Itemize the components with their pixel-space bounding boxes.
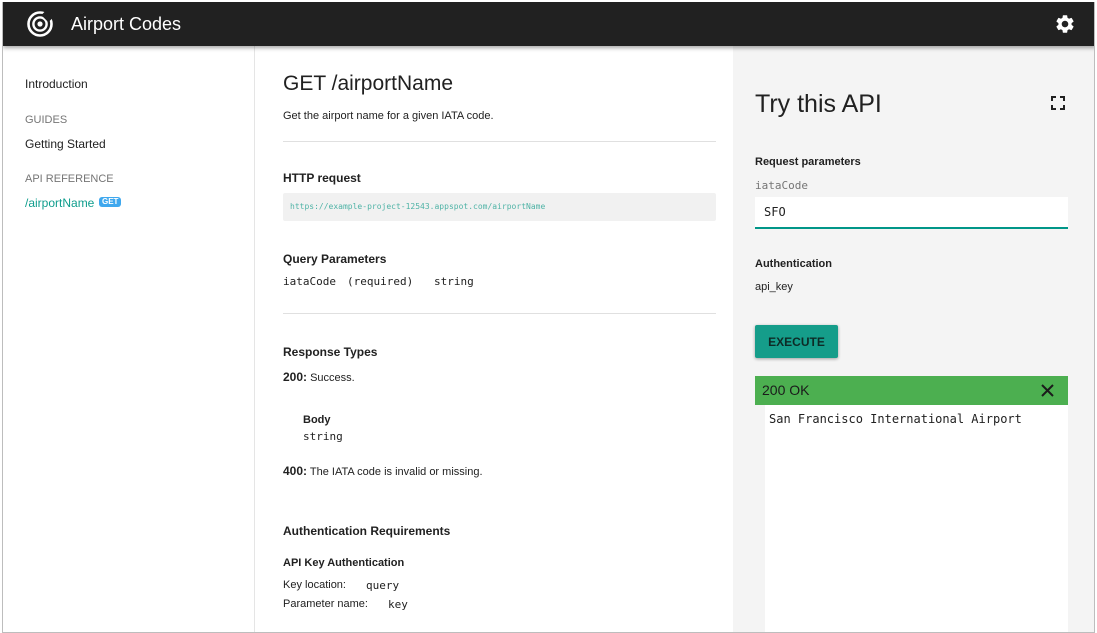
http-request-url-box: https://example-project-12543.appspot.co… <box>283 193 716 221</box>
gear-icon[interactable] <box>1054 13 1076 35</box>
sidebar-item-airport-name[interactable]: /airportName <box>25 196 94 210</box>
query-param-type: string <box>434 275 474 288</box>
section-divider <box>283 141 716 142</box>
key-location-label: Key location: <box>283 579 346 591</box>
try-api-title: Try this API <box>755 90 882 118</box>
response-400-text: The IATA code is invalid or missing. <box>309 466 483 478</box>
main-content: GET /airportName Get the airport name fo… <box>256 46 732 632</box>
parameter-name-value: key <box>388 598 408 611</box>
iata-code-label: iataCode <box>755 179 808 192</box>
response-400-code: 400: <box>283 464 308 478</box>
response-200: 200: Success. <box>283 370 355 384</box>
response-status: 200 OK <box>762 382 810 398</box>
http-request-heading: HTTP request <box>283 171 361 185</box>
response-body-label: Body <box>303 414 331 426</box>
response-body: San Francisco International Airport <box>765 405 1068 632</box>
authentication-value: api_key <box>755 281 793 293</box>
app-title: Airport Codes <box>71 14 182 34</box>
api-key-auth-heading: API Key Authentication <box>283 557 405 569</box>
method-badge-get: GET <box>99 197 122 207</box>
request-parameters-label: Request parameters <box>755 156 861 168</box>
sidebar-section-guides: GUIDES <box>25 114 68 126</box>
authentication-label: Authentication <box>755 258 832 270</box>
page-description: Get the airport name for a given IATA co… <box>283 110 494 122</box>
page-title: GET /airportName <box>283 72 453 95</box>
parameter-name-label: Parameter name: <box>283 598 368 610</box>
key-location-value: query <box>366 579 400 592</box>
response-types-heading: Response Types <box>283 345 378 359</box>
section-divider <box>283 313 716 314</box>
response-status-bar: 200 OK <box>755 376 1068 405</box>
target-logo-icon[interactable] <box>26 10 54 38</box>
fullscreen-icon[interactable] <box>1051 96 1065 110</box>
sidebar-section-api-reference: API REFERENCE <box>25 173 114 185</box>
response-400: 400: The IATA code is invalid or missing… <box>283 464 483 478</box>
auth-requirements-heading: Authentication Requirements <box>283 524 451 538</box>
query-param-name: iataCode <box>283 275 336 288</box>
close-icon[interactable] <box>1040 383 1055 398</box>
http-request-url[interactable]: https://example-project-12543.appspot.co… <box>290 202 545 211</box>
response-body-type: string <box>303 430 343 443</box>
execute-button[interactable]: EXECUTE <box>755 325 838 358</box>
query-param-required: (required) <box>347 275 414 288</box>
app-frame: Airport Codes Introduction GUIDES Gettin… <box>2 2 1095 633</box>
response-200-text: Success. <box>310 372 355 384</box>
sidebar-item-introduction[interactable]: Introduction <box>25 77 88 91</box>
response-200-code: 200: <box>283 370 308 384</box>
query-parameters-heading: Query Parameters <box>283 252 387 266</box>
iata-code-input[interactable] <box>755 197 1068 229</box>
sidebar-item-getting-started[interactable]: Getting Started <box>25 137 106 151</box>
response-body-text: San Francisco International Airport <box>769 412 1022 426</box>
try-api-panel: Try this API Request parameters iataCode… <box>733 46 1094 632</box>
sidebar: Introduction GUIDES Getting Started API … <box>3 46 255 632</box>
app-header: Airport Codes <box>3 2 1094 46</box>
